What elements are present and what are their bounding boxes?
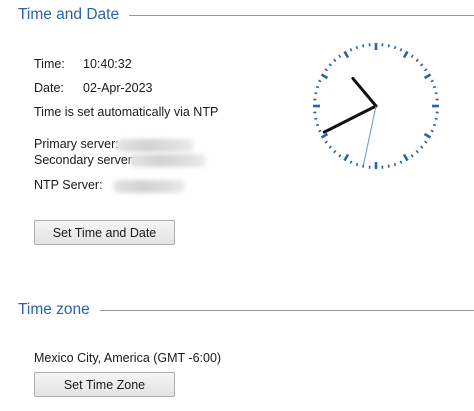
minute-tick bbox=[338, 154, 342, 158]
analog-clock bbox=[313, 43, 439, 169]
minute-tick bbox=[324, 140, 328, 144]
hour-tick bbox=[402, 50, 409, 59]
minute-tick bbox=[434, 92, 438, 95]
minute-tick bbox=[318, 79, 322, 83]
time-and-date-header: Time and Date bbox=[18, 6, 474, 24]
minute-tick bbox=[393, 162, 397, 167]
minute-tick bbox=[410, 154, 414, 158]
section-title: Time and Date bbox=[18, 6, 120, 23]
time-value: 10:40:32 bbox=[83, 57, 132, 71]
secondary-server-label: Secondary server: bbox=[34, 153, 136, 167]
minute-tick bbox=[430, 129, 434, 133]
minute-tick bbox=[410, 54, 414, 58]
minute-tick bbox=[314, 117, 318, 120]
minute-tick bbox=[393, 45, 397, 50]
minute-tick bbox=[328, 63, 332, 67]
minute-tick bbox=[362, 44, 365, 48]
minute-tick bbox=[349, 48, 353, 52]
minute-tick bbox=[355, 162, 359, 167]
minute-tick bbox=[318, 129, 322, 133]
hour-tick bbox=[423, 132, 432, 139]
ntp-server-label: NTP Server: bbox=[34, 178, 103, 192]
primary-server-value-redacted bbox=[116, 139, 194, 152]
minute-tick bbox=[324, 68, 328, 72]
minute-tick bbox=[333, 58, 337, 62]
minute-tick bbox=[432, 85, 437, 89]
second-hand bbox=[363, 105, 377, 165]
minute-tick bbox=[424, 140, 428, 144]
minute-tick bbox=[315, 85, 320, 89]
minute-tick bbox=[420, 145, 424, 149]
minute-tick bbox=[387, 164, 390, 168]
time-zone-value: Mexico City, America (GMT -6:00) bbox=[34, 351, 222, 365]
minute-tick bbox=[355, 45, 359, 50]
minute-tick bbox=[362, 164, 365, 168]
hour-tick bbox=[402, 153, 409, 162]
section-title: Time zone bbox=[18, 301, 90, 318]
hour-tick bbox=[343, 50, 350, 59]
minute-tick bbox=[314, 92, 318, 95]
minute-tick bbox=[315, 123, 320, 127]
date-label: Date: bbox=[34, 81, 64, 95]
ntp-server-value-redacted bbox=[113, 180, 185, 193]
minute-tick bbox=[415, 150, 419, 154]
minute-tick bbox=[430, 79, 434, 83]
minute-tick bbox=[424, 68, 428, 72]
hour-tick bbox=[343, 153, 350, 162]
minute-tick bbox=[420, 63, 424, 67]
set-time-and-date-button[interactable]: Set Time and Date bbox=[34, 220, 175, 245]
minute-tick bbox=[328, 145, 332, 149]
section-divider bbox=[129, 14, 474, 16]
minute-tick bbox=[415, 58, 419, 62]
minute-tick bbox=[338, 54, 342, 58]
primary-server-label: Primary server: bbox=[34, 137, 119, 151]
minute-hand bbox=[322, 104, 378, 134]
minute-tick bbox=[333, 150, 337, 154]
section-divider bbox=[99, 309, 474, 311]
ntp-status-text: Time is set automatically via NTP bbox=[34, 105, 219, 119]
minute-tick bbox=[399, 48, 403, 52]
minute-tick bbox=[399, 160, 403, 164]
secondary-server-value-redacted bbox=[130, 154, 206, 167]
hour-tick bbox=[320, 73, 329, 80]
minute-tick bbox=[349, 160, 353, 164]
minute-tick bbox=[387, 44, 390, 48]
time-zone-header: Time zone bbox=[18, 301, 474, 319]
minute-tick bbox=[434, 117, 438, 120]
time-label: Time: bbox=[34, 57, 65, 71]
hour-tick bbox=[320, 132, 329, 139]
hour-hand bbox=[351, 76, 378, 108]
date-value: 02-Apr-2023 bbox=[83, 81, 153, 95]
set-time-zone-button[interactable]: Set Time Zone bbox=[34, 372, 175, 397]
hour-tick bbox=[423, 73, 432, 80]
minute-tick bbox=[432, 123, 437, 127]
